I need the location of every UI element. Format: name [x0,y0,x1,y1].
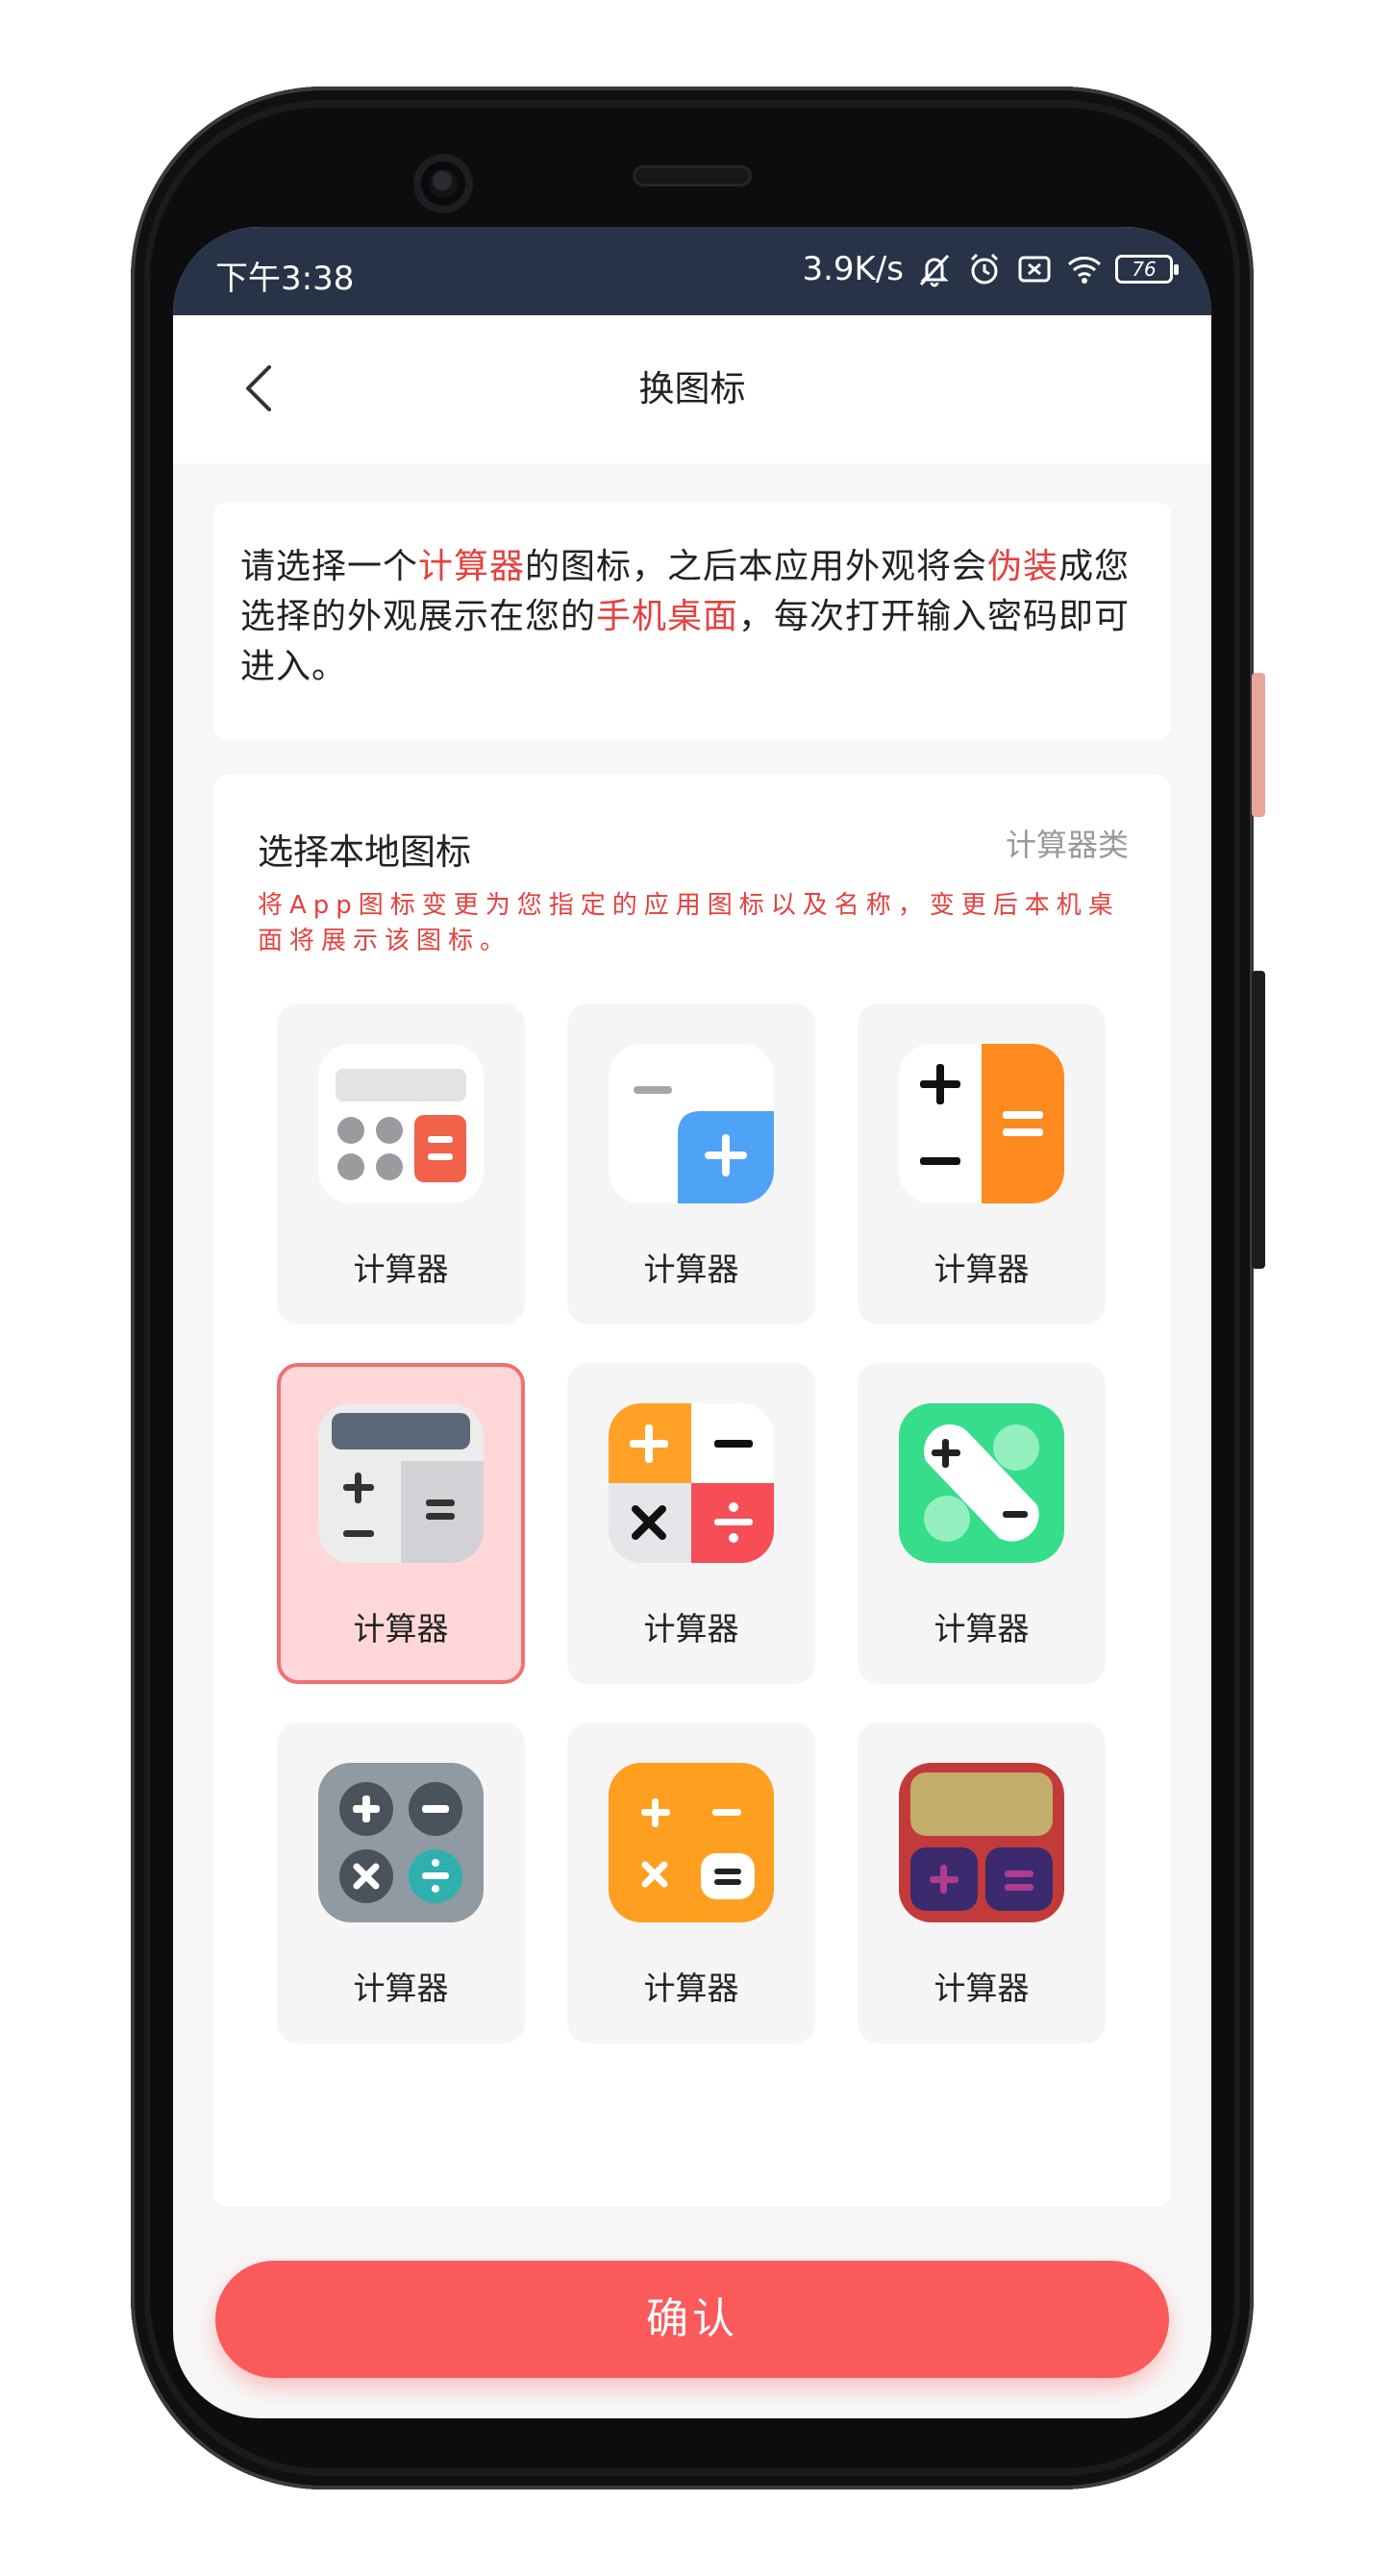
intro-text-part: 的图标，之后本应用外观将会 [525,547,988,586]
section-note: 将App图标变更为您指定的应用图标以及名称，变更后本机桌面将展示该图标。 [258,891,1120,955]
icon-option-4[interactable]: 计算器 [277,1363,525,1684]
icon-option-7[interactable]: 计算器 [277,1722,525,2043]
power-button [1252,673,1265,817]
calculator-icon [609,1763,774,1922]
icon-label: 计算器 [643,1610,739,1647]
category-label[interactable]: 计算器类 [1006,821,1129,865]
battery-icon: 76 [1115,255,1179,284]
icon-label: 计算器 [643,1969,739,2007]
calculator-icon [318,1403,484,1563]
icon-option-9[interactable]: 计算器 [858,1722,1106,2043]
status-time: 下午3:38 [215,260,355,298]
wifi-icon [1067,257,1102,284]
intro-card: 请选择一个计算器的图标，之后本应用外观将会伪装成您选择的外观展示在您的手机桌面，… [213,502,1171,740]
calculator-icon [318,1763,484,1922]
volume-button [1252,971,1265,1269]
icon-selection-card: 选择本地图标 计算器类 将App图标变更为您指定的应用图标以及名称，变更后本机桌… [213,775,1171,2207]
page-title: 换图标 [638,368,746,409]
chevron-left-icon [246,365,271,411]
icon-label: 计算器 [933,1969,1030,2007]
icon-label: 计算器 [353,1610,449,1647]
earpiece-speaker [633,165,752,186]
calculator-icon [899,1403,1064,1563]
icon-option-2[interactable]: 计算器 [567,1003,815,1325]
alarm-icon [970,253,999,285]
icon-label: 计算器 [933,1251,1030,1288]
confirm-button[interactable]: 确认 [215,2261,1169,2378]
icon-option-3[interactable]: 计算器 [858,1003,1106,1325]
intro-highlight: 伪装 [987,547,1059,586]
intro-highlight: 手机桌面 [596,597,739,636]
icon-option-1[interactable]: 计算器 [277,1003,525,1325]
sim-off-icon [1018,256,1051,283]
intro-text: 请选择一个计算器的图标，之后本应用外观将会伪装成您选择的外观展示在您的手机桌面，… [240,542,1144,692]
calculator-icon [318,1044,484,1203]
section-title: 选择本地图标 [258,831,471,873]
calculator-icon [899,1763,1064,1922]
status-bar: 下午3:38 3.9K/s 76 [173,227,1211,315]
calculator-icon [899,1044,1064,1203]
icon-label: 计算器 [353,1969,449,2007]
icon-option-6[interactable]: 计算器 [858,1363,1106,1684]
icon-label: 计算器 [643,1251,739,1288]
bell-off-icon [919,254,950,287]
net-speed: 3.9K/s [802,250,904,288]
calculator-icon [609,1403,774,1563]
nav-header: 换图标 [173,315,1211,463]
screen: 下午3:38 3.9K/s 76 换图标 请选择一个计算器的图标，之后本应用外观… [173,227,1211,2418]
icon-option-5[interactable]: 计算器 [567,1363,815,1684]
icon-label: 计算器 [933,1610,1030,1647]
status-icons: 3.9K/s 76 [802,250,1179,288]
camera-lens [433,171,452,190]
back-button[interactable] [231,359,288,417]
calculator-icon [609,1044,774,1203]
icon-label: 计算器 [353,1251,449,1288]
icon-option-8[interactable]: 计算器 [567,1722,815,2043]
intro-text-part: 请选择一个 [240,547,419,586]
intro-highlight: 计算器 [418,547,526,586]
